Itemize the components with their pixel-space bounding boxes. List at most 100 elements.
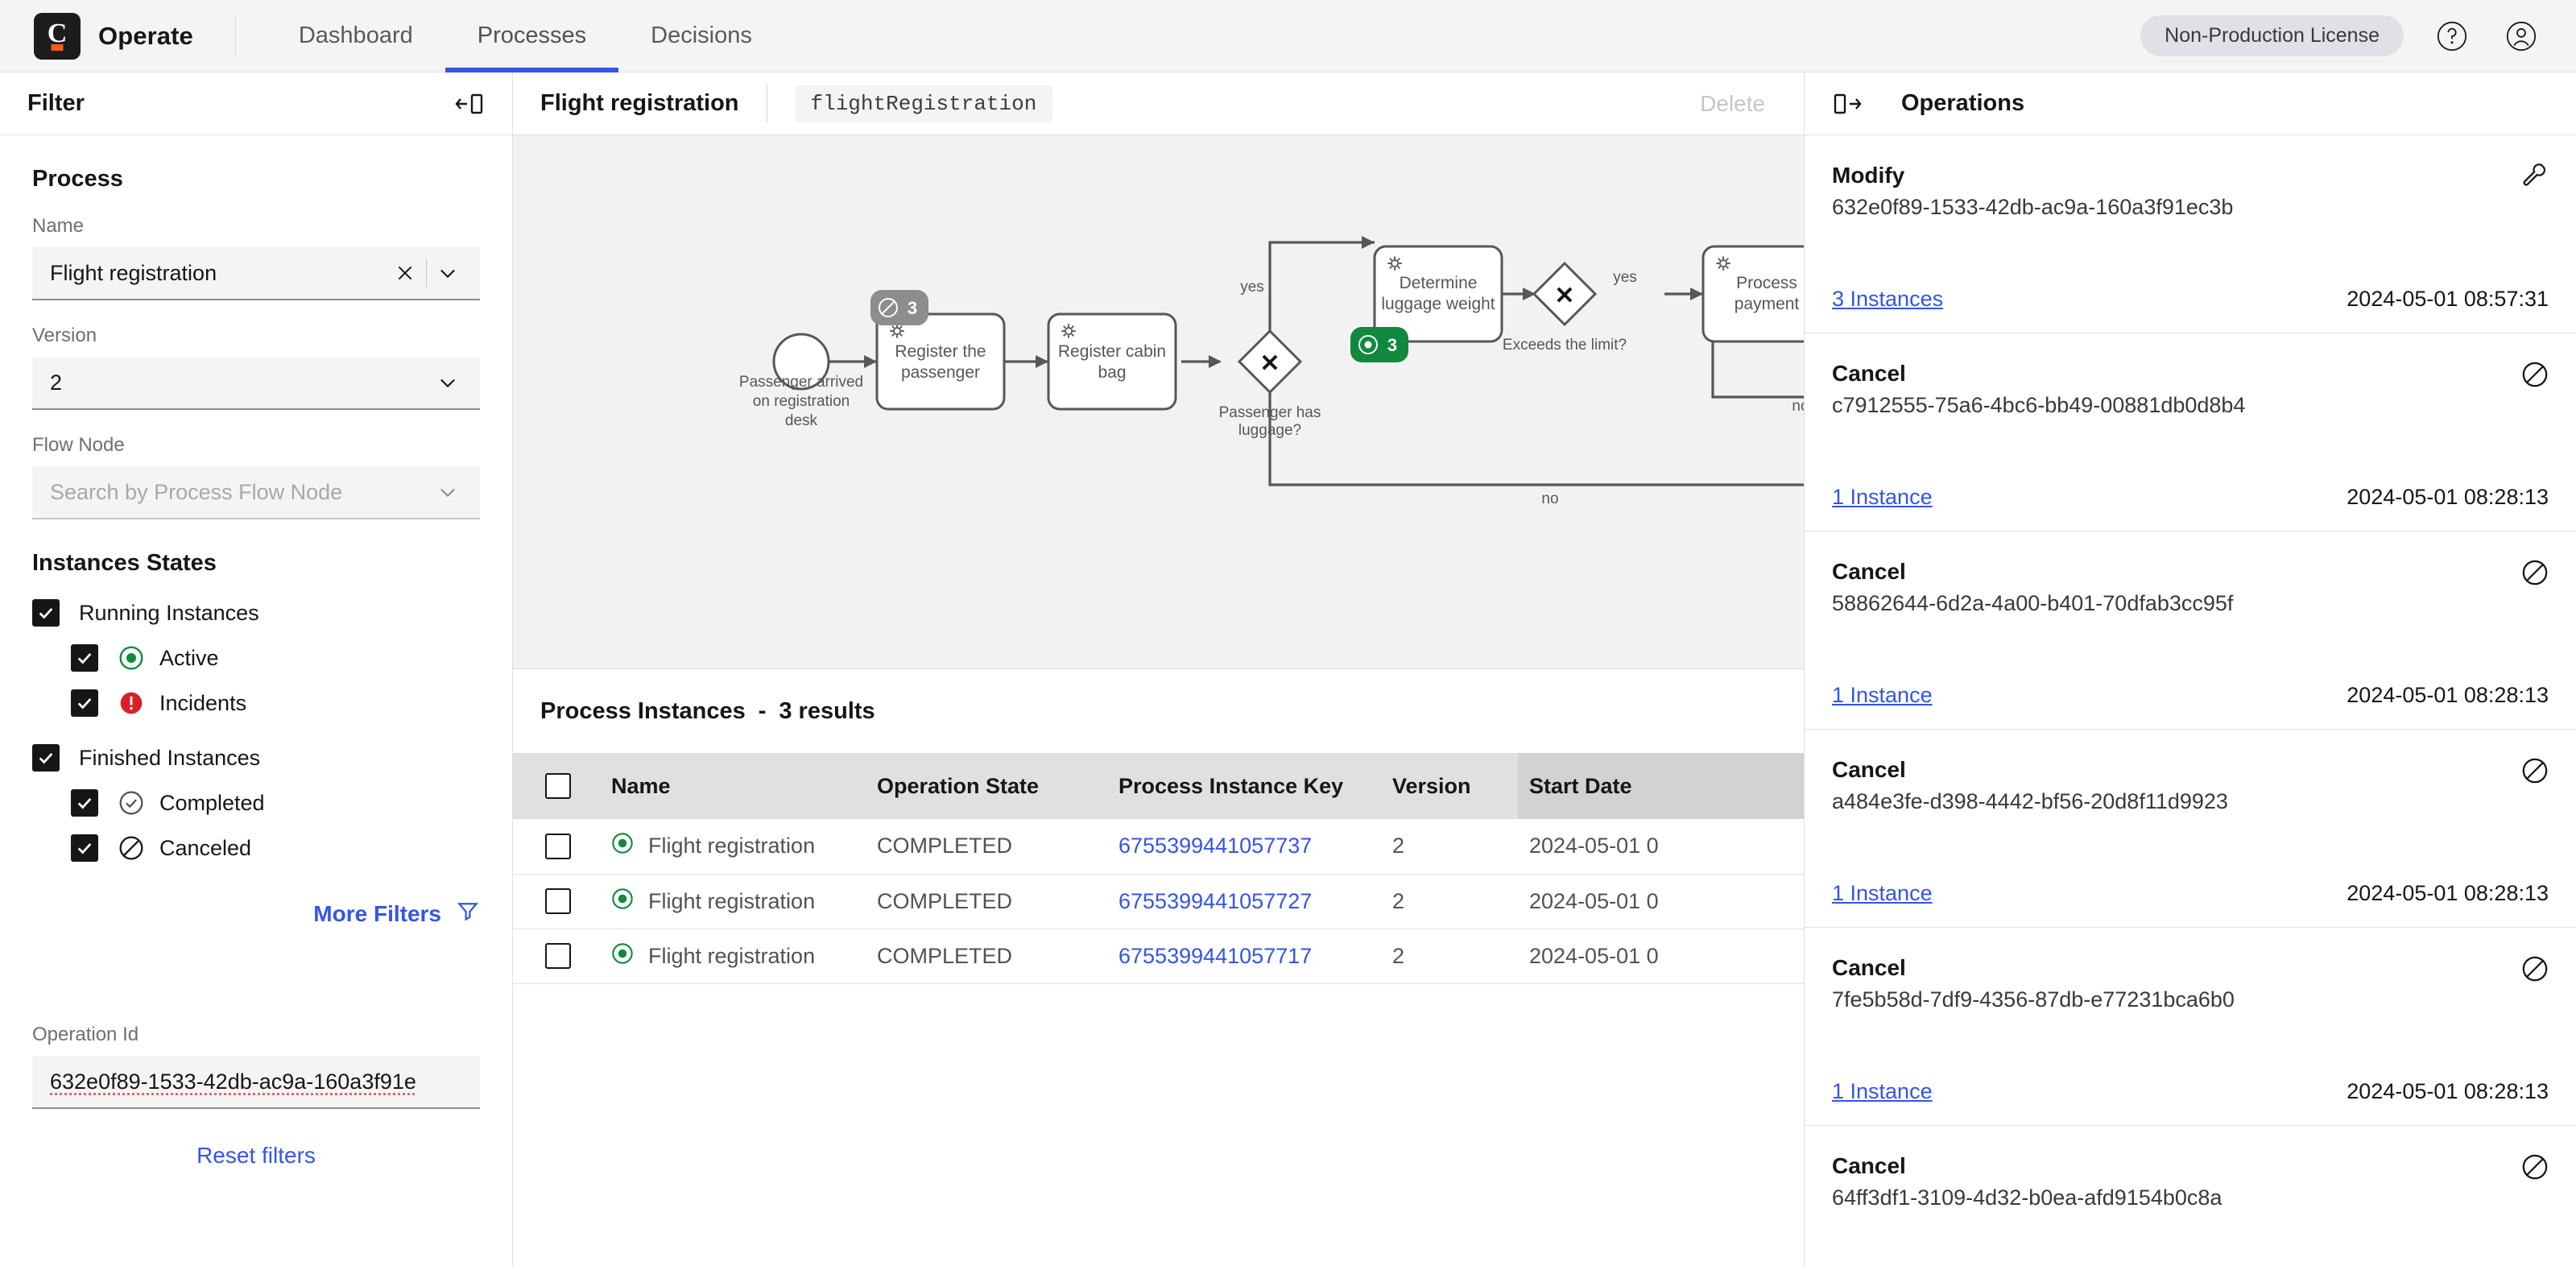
- clear-name-icon[interactable]: [384, 252, 426, 294]
- svg-text:3: 3: [908, 298, 917, 318]
- operation-id-filter: Operation Id 632e0f89-1533-42db-ac9a-160…: [32, 1024, 480, 1169]
- collapse-right-icon[interactable]: [1832, 92, 1863, 116]
- nav-label-processes: Processes: [478, 23, 586, 49]
- more-filters-button[interactable]: More Filters: [32, 899, 480, 929]
- row-version: 2: [1381, 929, 1518, 983]
- svg-text:luggage?: luggage?: [1238, 422, 1301, 439]
- operation-type: Modify: [1832, 163, 2233, 188]
- operation-entry-cancel[interactable]: Cancel 7fe5b58d-7df9-4356-87db-e77231bca…: [1805, 928, 2576, 1126]
- table-head: Name Operation State Process Instance Ke…: [513, 753, 1804, 819]
- completed-icon: [118, 789, 145, 817]
- column-header-name[interactable]: Name: [600, 753, 866, 819]
- filter-running-instances[interactable]: Running Instances: [32, 599, 480, 627]
- brand[interactable]: C Operate: [0, 13, 193, 60]
- operation-date: 2024-05-01 08:28:13: [2347, 683, 2549, 708]
- license-badge: Non-Production License: [2140, 15, 2404, 56]
- filter-finished-instances[interactable]: Finished Instances: [32, 744, 480, 772]
- filter-incidents[interactable]: Incidents: [71, 689, 480, 717]
- nav-item-decisions[interactable]: Decisions: [618, 0, 784, 72]
- delete-button[interactable]: Delete: [1700, 91, 1776, 117]
- instances-states-title: Instances States: [32, 550, 480, 577]
- svg-text:Determine: Determine: [1400, 274, 1478, 292]
- operation-instances-link[interactable]: 1 Instance: [1832, 1079, 1933, 1104]
- filter-header: Filter: [0, 72, 512, 135]
- operation-instances-link[interactable]: 1 Instance: [1832, 683, 1933, 708]
- row-process-name: Flight registration: [648, 889, 815, 914]
- flownode-placeholder: Search by Process Flow Node: [50, 480, 427, 505]
- canceled-icon: [2521, 559, 2549, 590]
- nav-label-decisions: Decisions: [651, 23, 752, 49]
- row-start-date: 2024-05-01 0: [1518, 929, 1804, 983]
- row-checkbox[interactable]: [545, 834, 571, 859]
- checkbox-canceled[interactable]: [71, 834, 98, 862]
- svg-text:Register the: Register the: [895, 342, 986, 361]
- user-avatar-icon[interactable]: [2500, 15, 2542, 57]
- process-section-title: Process: [32, 166, 480, 192]
- filter-canceled[interactable]: Canceled: [71, 834, 480, 862]
- canceled-icon: [2521, 361, 2549, 392]
- row-operation-state: COMPLETED: [866, 874, 1107, 929]
- checkbox-active[interactable]: [71, 644, 98, 672]
- operation-entry-modify[interactable]: Modify 632e0f89-1533-42db-ac9a-160a3f91e…: [1805, 135, 2576, 333]
- row-checkbox[interactable]: [545, 943, 571, 969]
- operation-entry-cancel[interactable]: Cancel c7912555-75a6-4bc6-bb49-00881db0d…: [1805, 333, 2576, 532]
- reset-filters-button[interactable]: Reset filters: [32, 1143, 480, 1169]
- filter-active[interactable]: Active: [71, 644, 480, 672]
- filter-sidebar: Filter Process Name Flight registration: [0, 72, 513, 1266]
- column-header-process-instance-key[interactable]: Process Instance Key: [1107, 753, 1381, 819]
- nav-item-processes[interactable]: Processes: [445, 0, 618, 72]
- column-header-start-date[interactable]: Start Date: [1518, 753, 1804, 819]
- operation-entry-cancel[interactable]: Cancel 58862644-6d2a-4a00-b401-70dfab3cc…: [1805, 532, 2576, 730]
- app-title: Operate: [98, 22, 193, 51]
- column-header-operation-state[interactable]: Operation State: [866, 753, 1107, 819]
- instances-result-count: 3 results: [779, 698, 875, 725]
- operation-instances-link[interactable]: 1 Instance: [1832, 881, 1933, 906]
- row-checkbox[interactable]: [545, 888, 571, 914]
- filter-completed[interactable]: Completed: [71, 789, 480, 817]
- svg-text:no: no: [1541, 490, 1558, 507]
- process-instance-key-link[interactable]: 6755399441057717: [1118, 944, 1312, 968]
- row-select-cell: [513, 929, 600, 983]
- checkbox-incidents[interactable]: [71, 689, 98, 717]
- chevron-down-icon[interactable]: [427, 471, 469, 513]
- chevron-down-icon[interactable]: [427, 252, 469, 294]
- svg-text:3: 3: [1387, 335, 1397, 355]
- label-completed: Completed: [159, 791, 265, 816]
- operation-instances-link[interactable]: 3 Instances: [1832, 287, 1943, 312]
- svg-text:Register cabin: Register cabin: [1058, 342, 1166, 361]
- active-icon: [611, 942, 634, 970]
- select-all-checkbox[interactable]: [545, 773, 571, 799]
- process-name-combobox[interactable]: Flight registration: [32, 247, 480, 300]
- name-field-actions: [384, 252, 469, 294]
- flownode-combobox[interactable]: Search by Process Flow Node: [32, 466, 480, 519]
- operation-id-input[interactable]: 632e0f89-1533-42db-ac9a-160a3f91e: [32, 1056, 480, 1109]
- operation-instances-link[interactable]: 1 Instance: [1832, 485, 1933, 510]
- chevron-down-icon[interactable]: [427, 362, 469, 403]
- operation-date: 2024-05-01 08:28:13: [2347, 1079, 2549, 1104]
- operation-entry-cancel[interactable]: Cancel a484e3fe-d398-4442-bf56-20d8f11d9…: [1805, 730, 2576, 928]
- operation-entry-cancel[interactable]: Cancel 64ff3df1-3109-4d32-b0ea-afd9154b0…: [1805, 1126, 2576, 1266]
- checkbox-finished-instances[interactable]: [32, 744, 60, 772]
- checkbox-completed[interactable]: [71, 789, 98, 817]
- collapse-left-icon[interactable]: [454, 92, 485, 116]
- table-row[interactable]: Flight registration COMPLETED 6755399441…: [513, 874, 1804, 929]
- process-version-select[interactable]: 2: [32, 357, 480, 410]
- help-icon[interactable]: [2431, 15, 2473, 57]
- label-active: Active: [159, 646, 219, 671]
- table-row[interactable]: Flight registration COMPLETED 6755399441…: [513, 929, 1804, 983]
- column-header-version[interactable]: Version: [1381, 753, 1518, 819]
- table-row[interactable]: Flight registration COMPLETED 6755399441…: [513, 819, 1804, 874]
- operation-type: Cancel: [1832, 757, 2228, 783]
- process-instance-key-link[interactable]: 6755399441057737: [1118, 834, 1312, 858]
- canceled-icon: [2521, 1153, 2549, 1185]
- nav-item-dashboard[interactable]: Dashboard: [267, 0, 445, 72]
- process-instance-key-link[interactable]: 6755399441057727: [1118, 889, 1312, 913]
- svg-text:yes: yes: [1613, 269, 1637, 286]
- operations-header: Operations: [1805, 72, 2576, 135]
- bpmn-diagram[interactable]: Passenger arrived on registration desk R…: [513, 135, 1804, 668]
- filter-body: Process Name Flight registration: [0, 166, 512, 1169]
- checkbox-running-instances[interactable]: [32, 599, 60, 627]
- canceled-icon: [2521, 757, 2549, 788]
- process-panel-header: Flight registration flightRegistration D…: [513, 72, 1804, 135]
- operation-id: 58862644-6d2a-4a00-b401-70dfab3cc95f: [1832, 591, 2233, 616]
